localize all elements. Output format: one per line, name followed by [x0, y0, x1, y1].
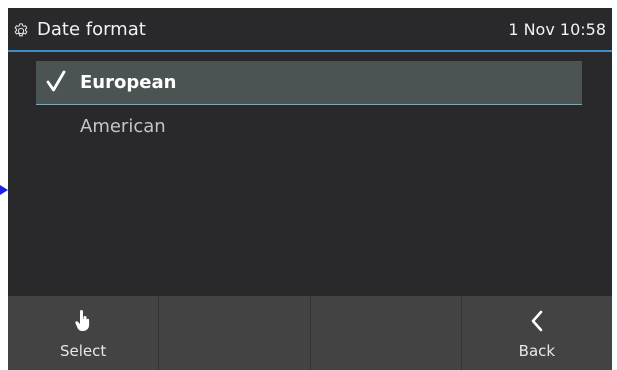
date-format-list: European American [36, 61, 582, 149]
gear-icon [14, 23, 28, 37]
softkey-bar: Select Back [8, 296, 612, 370]
select-softkey-label: Select [59, 342, 107, 360]
header-bar: Date format 1 Nov 10:58 [8, 8, 612, 52]
select-softkey[interactable]: Select [8, 296, 160, 370]
phone-screen: Date format 1 Nov 10:58 European America… [8, 8, 612, 370]
hand-pointer-icon [75, 310, 90, 331]
list-item-european[interactable]: European [36, 61, 582, 105]
list-item-label: European [80, 72, 177, 93]
page-title: Date format [37, 19, 146, 40]
checkmark-icon [46, 70, 66, 92]
softkey-3[interactable] [311, 296, 462, 370]
list-item-american[interactable]: American [36, 105, 582, 149]
clock-display: 1 Nov 10:58 [508, 20, 606, 39]
chevron-left-icon [531, 310, 543, 332]
pointer-arrow-marker [0, 185, 8, 195]
back-softkey[interactable]: Back [462, 296, 612, 370]
list-item-label: American [80, 116, 166, 137]
softkey-2[interactable] [159, 296, 311, 370]
back-softkey-label: Back [518, 342, 556, 360]
